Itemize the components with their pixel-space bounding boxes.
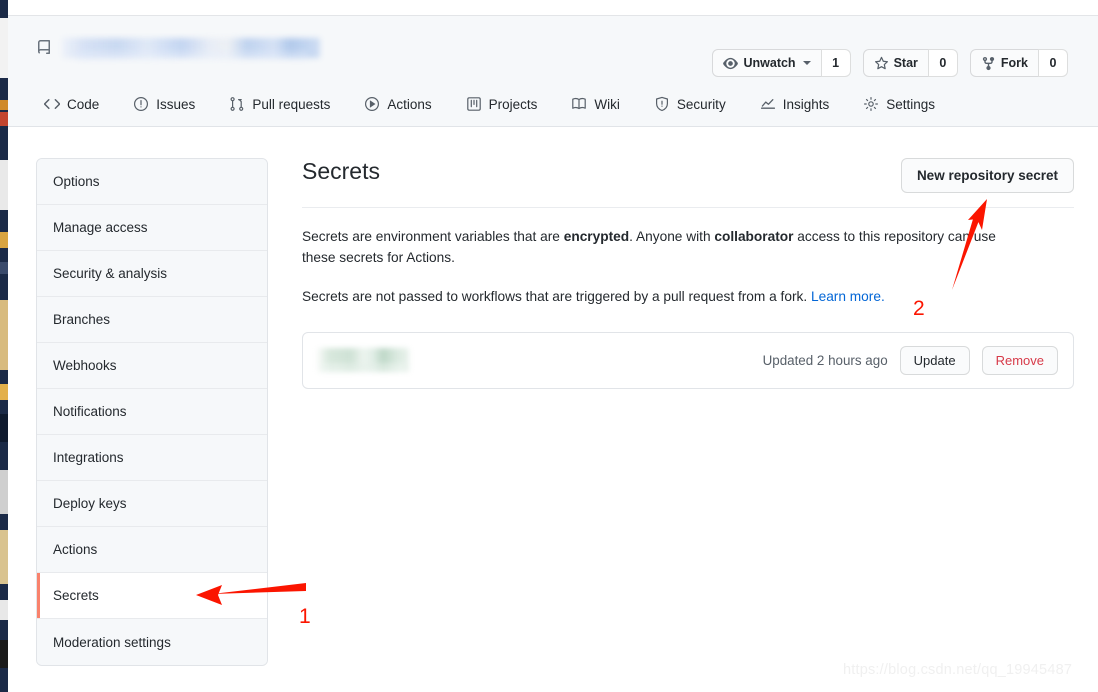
repo-title[interactable]	[36, 38, 320, 60]
fork-count[interactable]: 0	[1038, 49, 1068, 77]
secret-row-actions: Updated 2 hours ago Update Remove	[762, 345, 1058, 375]
remove-secret-button[interactable]: Remove	[981, 345, 1058, 375]
learn-more-link[interactable]: Learn more.	[811, 289, 885, 304]
chevron-down-icon	[802, 61, 811, 65]
tab-projects[interactable]: Projects	[464, 96, 554, 126]
tab-issues[interactable]: Issues	[131, 96, 211, 126]
tab-insights-label: Insights	[782, 96, 830, 112]
desc1-bold-collaborator: collaborator	[714, 229, 794, 244]
page-header: Secrets New repository secret	[302, 158, 1074, 193]
sidebar-item-integrations[interactable]: Integrations	[37, 435, 267, 481]
watermark: https://blog.csdn.net/qq_19945487	[843, 662, 1073, 678]
tab-wiki[interactable]: Wiki	[569, 96, 636, 126]
sidebar-item-moderation-settings[interactable]: Moderation settings	[37, 619, 267, 665]
repo-nav-tabs: Code Issues Pull requests Actions Projec…	[42, 80, 967, 126]
sidebar-item-label: Secrets	[53, 588, 99, 603]
sidebar-item-label: Moderation settings	[53, 634, 171, 650]
fork-icon	[982, 56, 995, 70]
tab-settings-label: Settings	[886, 96, 936, 112]
tab-security[interactable]: Security	[652, 96, 742, 126]
secret-row: Updated 2 hours ago Update Remove	[303, 333, 1073, 388]
update-secret-button[interactable]: Update	[899, 345, 970, 375]
desc1-bold-encrypted: encrypted	[563, 229, 630, 244]
page-title: Secrets	[302, 158, 380, 184]
tab-wiki-label: Wiki	[594, 96, 620, 112]
tab-pull-requests[interactable]: Pull requests	[227, 96, 346, 126]
settings-sidebar: Options Manage access Security & analysi…	[36, 158, 268, 666]
settings-main: Secrets New repository secret Secrets ar…	[302, 158, 1074, 389]
tab-code[interactable]: Code	[42, 96, 115, 126]
project-icon	[466, 97, 481, 111]
watch-count[interactable]: 1	[820, 49, 851, 77]
desc2-text: Secrets are not passed to workflows that…	[302, 289, 811, 305]
browser-top-strip	[8, 0, 1098, 15]
unwatch-label: Unwatch	[743, 56, 796, 70]
tab-projects-label: Projects	[488, 96, 538, 112]
sidebar-item-deploy-keys[interactable]: Deploy keys	[37, 481, 267, 527]
secrets-list: Updated 2 hours ago Update Remove	[302, 331, 1074, 389]
desc1-part1: Secrets are environment variables that a…	[302, 229, 564, 244]
star-button-group[interactable]: Star 0	[862, 49, 958, 77]
graph-icon	[760, 99, 775, 109]
play-icon	[365, 96, 380, 112]
screenshot-root: Unwatch 1 Star 0 Fork 0 Code Issues Pull…	[0, 0, 1098, 692]
repo-header: Unwatch 1 Star 0 Fork 0 Code Issues Pull…	[8, 16, 1098, 127]
tab-code-label: Code	[67, 96, 100, 112]
sidebar-item-label: Deploy keys	[53, 496, 127, 511]
desc1-part2: . Anyone with	[629, 229, 715, 244]
repo-icon	[38, 40, 50, 54]
sidebar-item-label: Notifications	[53, 404, 127, 419]
annotation-label-1: 1	[299, 605, 311, 628]
fork-label: Fork	[1000, 56, 1028, 70]
secrets-description-1: Secrets are environment variables that a…	[302, 226, 1002, 268]
tab-settings[interactable]: Settings	[861, 96, 951, 126]
sidebar-item-label: Integrations	[53, 450, 124, 465]
gear-icon	[864, 97, 879, 111]
eye-icon	[723, 57, 739, 69]
sidebar-item-label: Actions	[53, 542, 98, 557]
title-divider	[302, 207, 1074, 208]
tab-actions-label: Actions	[387, 96, 432, 112]
code-icon	[44, 99, 60, 110]
new-repository-secret-button[interactable]: New repository secret	[900, 158, 1074, 193]
sidebar-item-secrets[interactable]: Secrets	[37, 573, 267, 619]
sidebar-item-label: Manage access	[53, 220, 148, 235]
star-label: Star	[893, 56, 918, 70]
git-pull-request-icon	[230, 97, 244, 111]
star-count[interactable]: 0	[927, 49, 958, 77]
book-icon	[572, 97, 587, 110]
fork-button[interactable]: Fork	[969, 49, 1038, 77]
unwatch-button[interactable]: Unwatch	[712, 49, 821, 77]
repo-name-redacted	[62, 38, 320, 60]
sidebar-item-notifications[interactable]: Notifications	[37, 389, 267, 435]
star-icon	[874, 56, 888, 69]
sidebar-item-label: Webhooks	[53, 358, 117, 373]
sidebar-item-label: Security & analysis	[53, 266, 168, 281]
tab-actions[interactable]: Actions	[362, 96, 447, 126]
tab-pull-requests-label: Pull requests	[252, 96, 331, 112]
background-window-strip	[0, 0, 8, 692]
sidebar-item-label: Options	[53, 174, 100, 189]
issue-opened-icon	[134, 96, 149, 112]
tab-security-label: Security	[676, 96, 726, 112]
secret-updated-timestamp: Updated 2 hours ago	[762, 352, 888, 368]
sidebar-item-manage-access[interactable]: Manage access	[37, 205, 267, 251]
sidebar-item-options[interactable]: Options	[37, 159, 267, 205]
secret-name-redacted	[317, 348, 409, 373]
secrets-description-2: Secrets are not passed to workflows that…	[302, 286, 1002, 307]
watch-button-group[interactable]: Unwatch 1	[712, 49, 851, 77]
star-button[interactable]: Star	[862, 49, 928, 77]
sidebar-item-label: Branches	[53, 312, 111, 327]
sidebar-item-actions[interactable]: Actions	[37, 527, 267, 573]
sidebar-item-webhooks[interactable]: Webhooks	[37, 343, 267, 389]
tab-insights[interactable]: Insights	[758, 96, 846, 126]
tab-issues-label: Issues	[156, 96, 196, 112]
shield-icon	[655, 96, 668, 112]
annotation-label-2: 2	[913, 297, 925, 320]
repo-actions: Unwatch 1 Star 0 Fork 0	[712, 49, 1068, 77]
sidebar-item-branches[interactable]: Branches	[37, 297, 267, 343]
sidebar-item-security-analysis[interactable]: Security & analysis	[37, 251, 267, 297]
fork-button-group[interactable]: Fork 0	[969, 49, 1068, 77]
